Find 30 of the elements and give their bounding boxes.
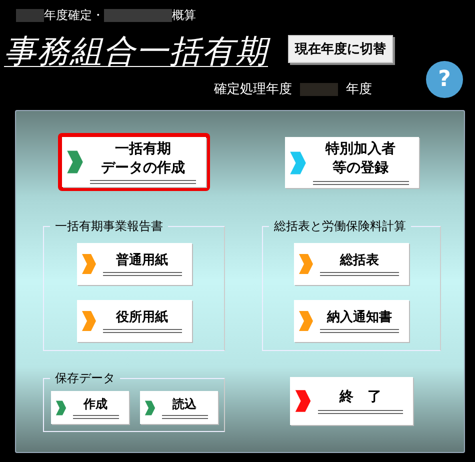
- group-label: 総括表と労働保険料計算: [273, 218, 407, 235]
- chevron-icon: [298, 310, 314, 332]
- chevron-icon: [144, 400, 156, 416]
- switch-year-button[interactable]: 現在年度に切替: [288, 35, 393, 63]
- redaction-block: [16, 8, 44, 22]
- redaction-block: [104, 8, 172, 22]
- chevron-icon: [294, 389, 312, 413]
- group-label: 一括有期事業報告書: [54, 218, 164, 235]
- app-title: 事務組合一括有期: [4, 30, 268, 74]
- menu-button[interactable]: 普通用紙: [76, 243, 192, 285]
- period-label: 年度確定・: [44, 6, 104, 24]
- menu-button[interactable]: 役所用紙: [76, 300, 192, 342]
- chevron-icon: [80, 253, 96, 275]
- year-suffix: 年度: [346, 81, 372, 98]
- processing-year-label: 確定処理年度: [214, 81, 292, 98]
- menu-button[interactable]: 読込: [140, 391, 218, 424]
- chevron-icon: [80, 310, 96, 332]
- menu-button[interactable]: 特別加入者 等の登録: [284, 137, 418, 188]
- menu-button[interactable]: 総括表: [294, 243, 409, 285]
- chevron-icon: [288, 150, 306, 176]
- menu-button[interactable]: 一括有期 データの作成: [62, 137, 206, 187]
- redaction-block: [300, 82, 338, 96]
- menu-button[interactable]: 終 了: [290, 377, 413, 425]
- chevron-icon: [66, 149, 84, 175]
- menu-button[interactable]: 納入通知書: [294, 300, 409, 342]
- menu-button[interactable]: 作成: [50, 391, 128, 424]
- period-label: 概算: [172, 6, 196, 24]
- chevron-icon: [298, 253, 314, 275]
- group-label: 保存データ: [54, 370, 116, 387]
- chevron-icon: [54, 400, 66, 416]
